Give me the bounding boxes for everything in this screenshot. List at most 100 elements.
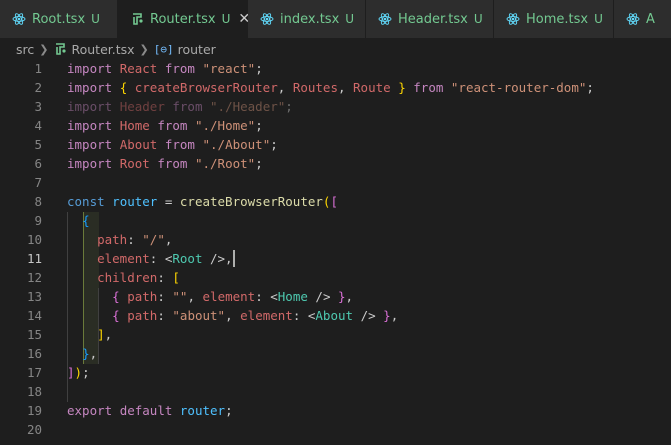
code-token: React (119, 61, 158, 76)
code-line[interactable]: 12 children: [ (0, 268, 671, 287)
code-line[interactable]: 18 (0, 382, 671, 401)
code-line[interactable]: 7 (0, 173, 671, 192)
code-token: "./Header" (210, 99, 286, 114)
code-text: const router = createBrowserRouter([ (67, 192, 338, 211)
breadcrumb-folder-label: src (16, 41, 35, 57)
code-token: export (67, 403, 113, 418)
code-token: : < (149, 251, 173, 266)
code-token: ; (225, 403, 233, 418)
code-line[interactable]: 15 ], (0, 325, 671, 344)
code-line[interactable]: 4 import Home from "./Home"; (0, 116, 671, 135)
code-token: : (127, 232, 143, 247)
code-token: , (225, 308, 241, 323)
code-line[interactable]: 20 (0, 420, 671, 439)
code-line[interactable]: 5 import About from "./About"; (0, 135, 671, 154)
code-editor[interactable]: 1 import React from "react"; 2 import { cre… (0, 59, 671, 445)
line-number: 20 (26, 422, 42, 437)
code-line[interactable]: 17]); (0, 363, 671, 382)
breadcrumb-file[interactable]: Router.tsx (53, 42, 135, 57)
code-token: from (164, 137, 195, 152)
code-token: { (112, 289, 120, 304)
code-token: = (157, 194, 180, 209)
line-number: 9 (34, 213, 42, 228)
code-text: ], (67, 325, 112, 344)
code-token: Home (277, 289, 308, 304)
code-line[interactable]: 3 import Header from "./Header"; (0, 97, 671, 116)
tab-router-tsx[interactable]: Router.tsx U ✕ (118, 0, 250, 38)
code-token: : (157, 308, 173, 323)
variable-symbol-icon: [⊖] (153, 42, 174, 56)
code-token: [ (172, 270, 180, 285)
line-number: 11 (26, 251, 42, 266)
code-token: from (172, 99, 203, 114)
code-token: , (187, 289, 203, 304)
tab-index-tsx[interactable]: index.tsx U (248, 0, 366, 38)
untracked-status-badge: U (91, 12, 100, 26)
code-token: import (67, 118, 113, 133)
tab-home-tsx[interactable]: Home.tsx U (494, 0, 614, 38)
code-token: "react" (202, 61, 256, 76)
line-number: 13 (26, 289, 42, 304)
code-token: default (119, 403, 173, 418)
code-line[interactable]: 16 }, (0, 344, 671, 363)
code-token: : < (292, 308, 316, 323)
code-text: { path: "", element: <Home /> }, (67, 287, 353, 306)
code-token: , (345, 289, 354, 304)
code-text: import { createBrowserRouter, Routes, Ro… (67, 78, 594, 97)
breadcrumb: src ❯ Router.tsx ❯ [⊖] router (0, 38, 671, 60)
breadcrumb-symbol[interactable]: [⊖] router (154, 42, 216, 57)
code-token: : < (255, 289, 278, 304)
code-token: } (398, 80, 406, 95)
line-number: 8 (34, 194, 42, 209)
code-token: path (97, 232, 128, 247)
react-icon (506, 12, 520, 26)
code-line[interactable]: 14 { path: "about", element: <About /> }… (0, 306, 671, 325)
code-line[interactable]: 9 { (0, 211, 671, 230)
code-text: path: "/", (67, 230, 172, 249)
tab-a[interactable]: A (614, 0, 671, 38)
code-text: children: [ (67, 268, 180, 287)
line-number: 1 (34, 61, 42, 76)
code-token: About (119, 137, 158, 152)
code-line[interactable]: 2 import { createBrowserRouter, Routes, R… (0, 78, 671, 97)
tab-root-tsx[interactable]: Root.tsx U (0, 0, 118, 38)
code-line[interactable]: 1 import React from "react"; (0, 59, 671, 78)
tab-label: Router.tsx (150, 11, 216, 27)
code-line[interactable]: 10 path: "/", (0, 230, 671, 249)
code-token: : (157, 289, 173, 304)
chevron-right-icon: ❯ (139, 42, 149, 56)
tab-label: index.tsx (280, 11, 340, 27)
tab-header-tsx[interactable]: Header.tsx U (366, 0, 494, 38)
react-icon (260, 12, 274, 26)
line-number: 3 (34, 99, 42, 114)
code-line[interactable]: 8 const router = createBrowserRouter([ (0, 192, 671, 211)
code-text: import React from "react"; (67, 59, 263, 78)
code-token: createBrowserRouter (179, 194, 323, 209)
code-token: } (82, 346, 90, 361)
code-line[interactable]: 11 element: <Root />, (0, 249, 671, 268)
code-token: } (383, 308, 391, 323)
code-line[interactable]: 6 import Root from "./Root"; (0, 154, 671, 173)
react-icon (626, 12, 640, 26)
code-token: from (413, 80, 444, 95)
code-token: Root (172, 251, 203, 266)
code-token: path (127, 308, 158, 323)
code-token: "react-router-dom" (450, 80, 587, 95)
code-text: }, (67, 344, 97, 363)
code-line[interactable]: 19 export default router; (0, 401, 671, 420)
code-token: , (390, 308, 399, 323)
breadcrumb-folder[interactable]: src (16, 42, 34, 57)
code-line[interactable]: 13 { path: "", element: <Home /> }, (0, 287, 671, 306)
code-text: { path: "about", element: <About /> }, (67, 306, 398, 325)
